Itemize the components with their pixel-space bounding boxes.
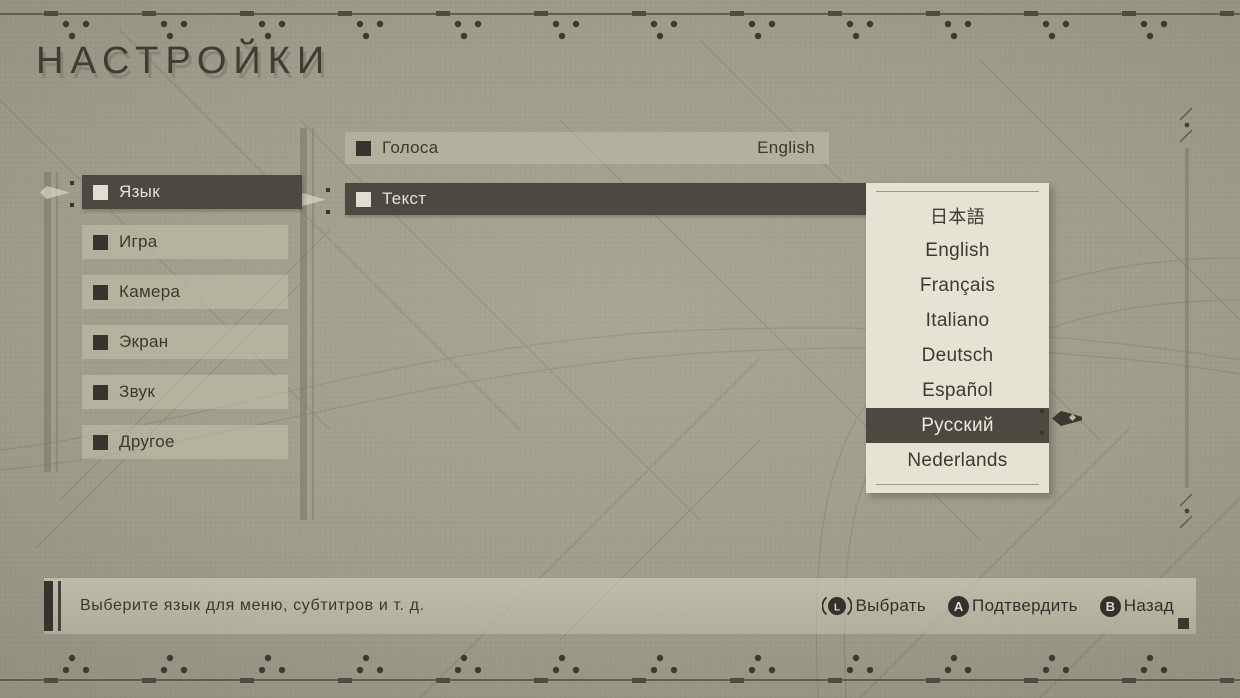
panel-rail-thin xyxy=(312,128,314,520)
settings-row-label: Голоса xyxy=(382,138,439,157)
prompt-label: Подтвердить xyxy=(972,596,1078,615)
sidebar-item-label: Другое xyxy=(119,432,175,451)
sidebar-item-screen[interactable]: Экран xyxy=(82,325,288,359)
bullet-square-icon xyxy=(93,434,108,450)
help-bar-marker-thick xyxy=(44,581,53,631)
dropdown-option-russian[interactable]: Русский xyxy=(866,408,1049,443)
dropdown-option-english[interactable]: English xyxy=(866,233,1049,268)
dropdown-top-rule xyxy=(876,191,1039,192)
sidebar-item-label: Экран xyxy=(119,332,169,351)
svg-text:L: L xyxy=(834,603,840,614)
prompt-label: Выбрать xyxy=(855,596,927,615)
settings-row-voices[interactable]: Голоса English xyxy=(345,132,829,164)
dropdown-option-italian[interactable]: Italiano xyxy=(866,303,1049,338)
a-button-icon: A xyxy=(948,595,970,617)
bullet-square-icon xyxy=(356,191,371,207)
page-title: НАСТРОЙКИ xyxy=(36,42,331,80)
bullet-square-icon xyxy=(93,384,108,400)
sidebar-item-label: Язык xyxy=(119,182,160,201)
settings-screen: НАСТРОЙКИ Язык Игра Камера Экран Звук Др… xyxy=(0,0,1240,698)
help-bar-marker-thin xyxy=(58,581,61,631)
prompt-back[interactable]: B Назад xyxy=(1099,595,1174,617)
sidebar-item-label: Камера xyxy=(119,282,181,301)
settings-row-value: English xyxy=(757,138,815,157)
settings-row-label: Текст xyxy=(382,189,427,208)
sidebar-item-label: Игра xyxy=(119,232,158,251)
b-button-icon: B xyxy=(1099,595,1121,617)
bullet-square-icon xyxy=(93,184,108,200)
button-prompts: L Выбрать A Подтвердить B Назад xyxy=(822,594,1196,618)
sidebar: Язык Игра Камера Экран Звук Другое xyxy=(82,175,302,475)
language-dropdown[interactable]: 日本語 English Français Italiano Deutsch Es… xyxy=(866,183,1049,493)
settings-panel: Голоса English Текст xyxy=(345,132,873,234)
help-bar-corner-square xyxy=(1178,618,1189,629)
bullet-square-icon xyxy=(93,234,108,250)
top-decorative-border xyxy=(0,11,1240,40)
dropdown-bottom-rule xyxy=(876,484,1039,485)
sidebar-rail-thin xyxy=(56,172,58,472)
rail-tick-bottom-icon xyxy=(1179,494,1193,528)
scroll-rail-line xyxy=(1185,148,1189,488)
dropdown-option-japanese[interactable]: 日本語 xyxy=(866,198,1049,233)
dropdown-option-spanish[interactable]: Español xyxy=(866,373,1049,408)
sidebar-item-sound[interactable]: Звук xyxy=(82,375,288,409)
dropdown-selection-pointer-icon xyxy=(1052,411,1082,426)
dropdown-option-german[interactable]: Deutsch xyxy=(866,338,1049,373)
scroll-rail-right[interactable] xyxy=(1179,108,1193,528)
sidebar-item-other[interactable]: Другое xyxy=(82,425,288,459)
bullet-square-icon xyxy=(93,284,108,300)
sidebar-item-label: Звук xyxy=(119,382,156,401)
sidebar-item-language[interactable]: Язык xyxy=(82,175,302,209)
sidebar-rail-thick xyxy=(44,172,51,472)
bottom-decorative-border xyxy=(0,654,1240,683)
settings-row-text[interactable]: Текст xyxy=(345,183,873,215)
prompt-label: Назад xyxy=(1123,596,1174,615)
help-bar-description: Выберите язык для меню, субтитров и т. д… xyxy=(80,597,425,614)
dropdown-option-french[interactable]: Français xyxy=(866,268,1049,303)
prompt-confirm[interactable]: A Подтвердить xyxy=(948,595,1078,617)
left-stick-icon: L xyxy=(822,596,853,616)
bullet-square-icon xyxy=(356,140,371,156)
page-title-text: НАСТРОЙКИ xyxy=(36,40,332,82)
bullet-square-icon xyxy=(93,334,108,350)
sidebar-item-game[interactable]: Игра xyxy=(82,225,288,259)
help-bar: Выберите язык для меню, субтитров и т. д… xyxy=(44,578,1196,634)
prompt-select[interactable]: L Выбрать xyxy=(822,594,926,618)
rail-tick-top-icon xyxy=(1179,108,1193,142)
dropdown-option-dutch[interactable]: Nederlands xyxy=(866,443,1049,478)
sidebar-item-camera[interactable]: Камера xyxy=(82,275,288,309)
